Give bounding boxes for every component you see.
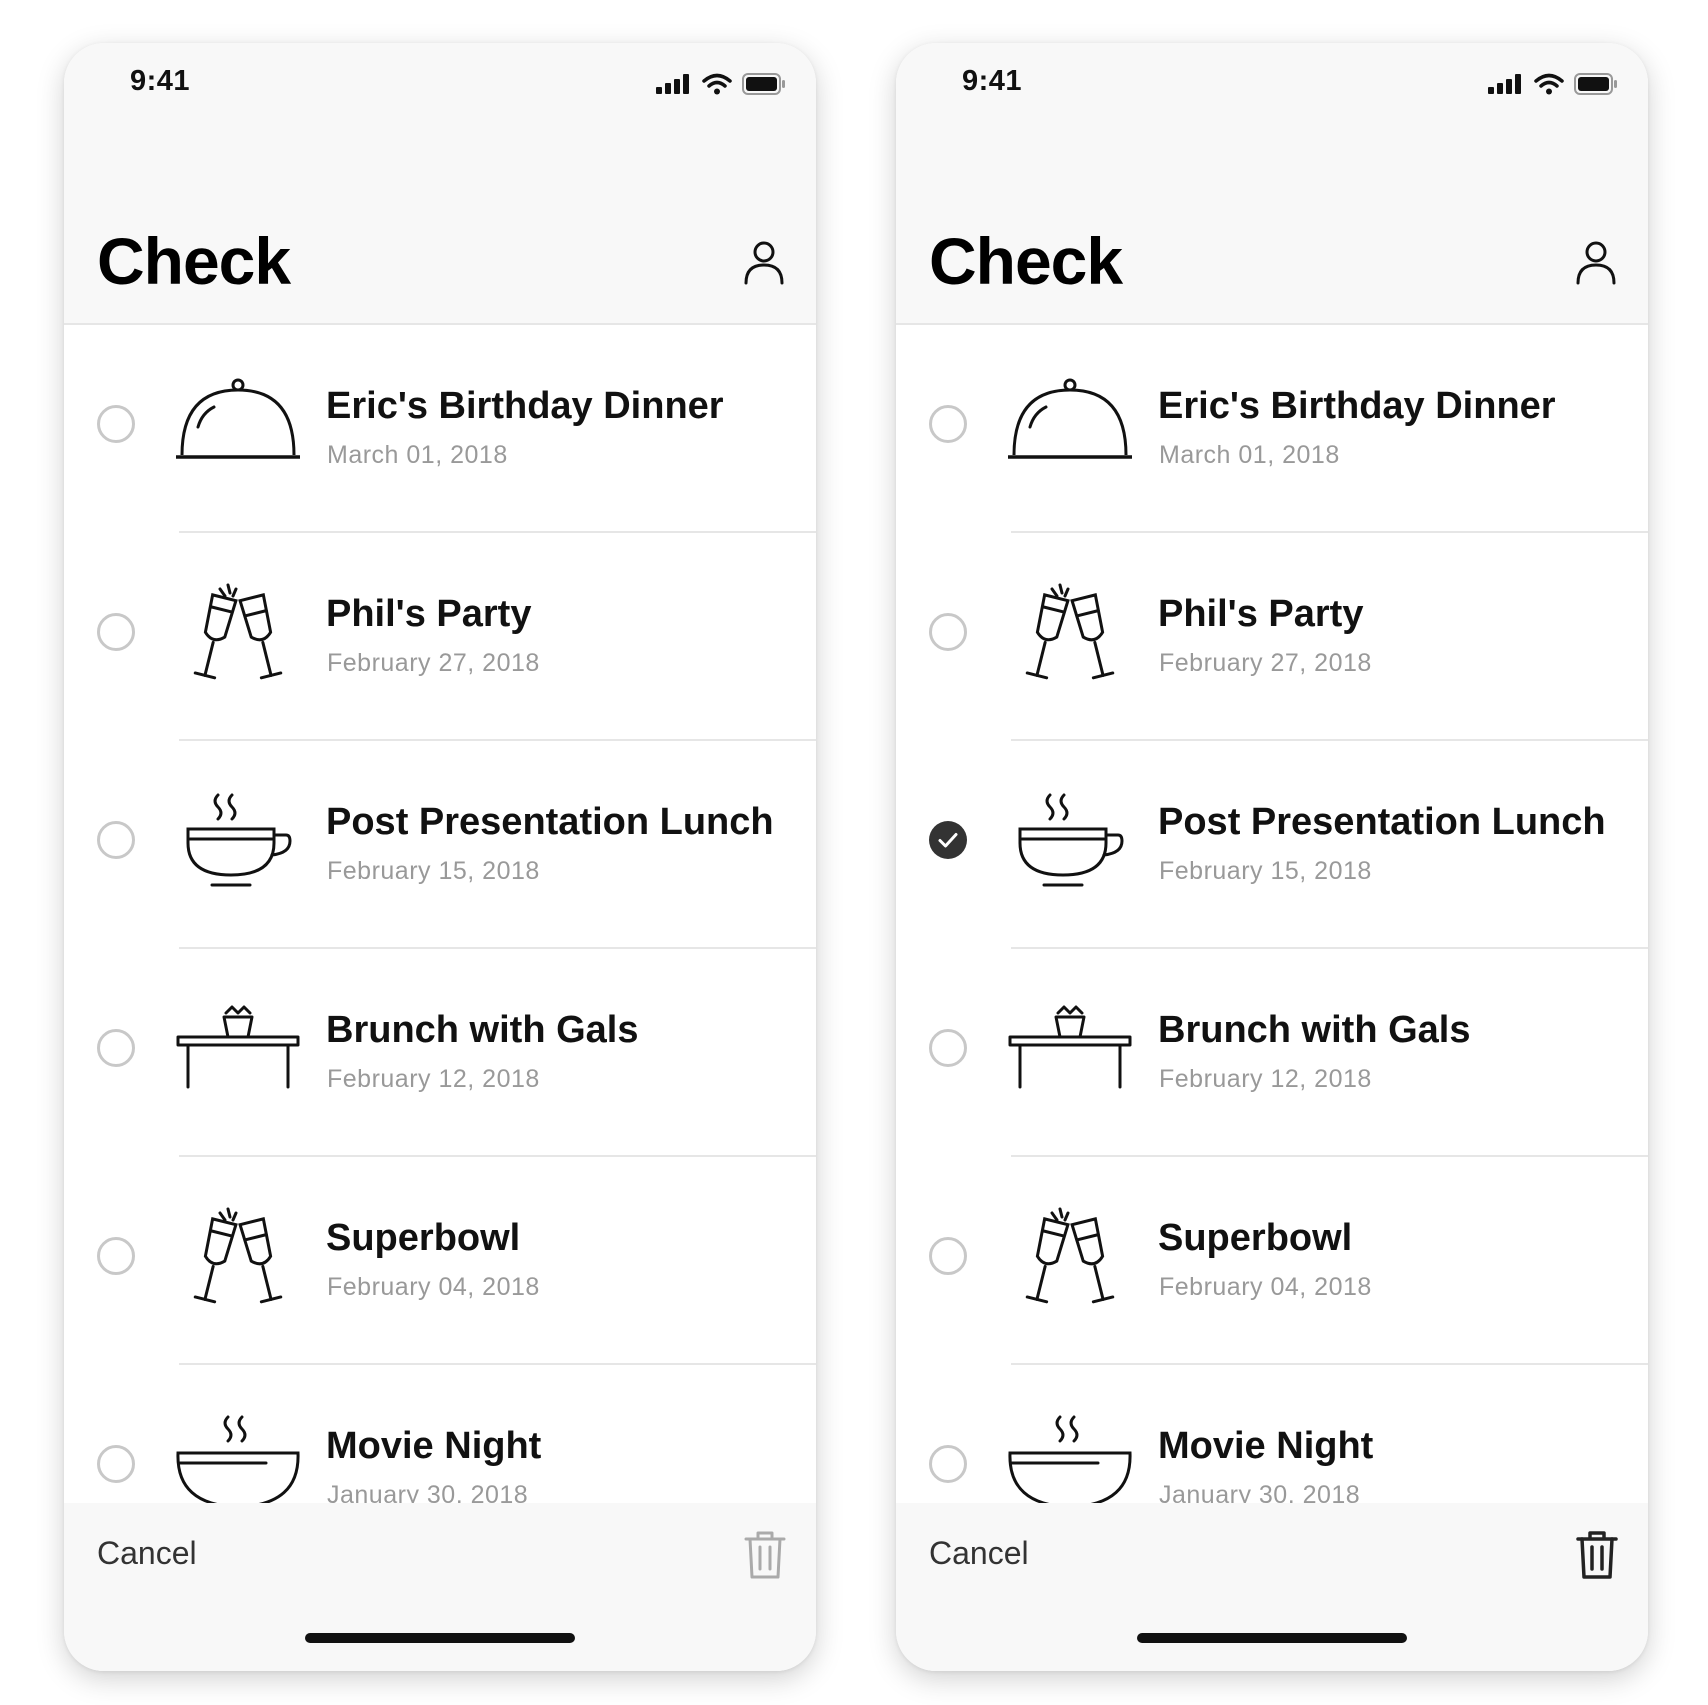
- navigation-header: 9:41 Check: [896, 43, 1648, 325]
- selection-radio[interactable]: [97, 1029, 135, 1067]
- selection-radio[interactable]: [97, 613, 135, 651]
- list-item[interactable]: Phil's Party February 27, 2018: [896, 533, 1648, 741]
- event-title: Eric's Birthday Dinner: [326, 385, 724, 427]
- wifi-icon: [702, 73, 732, 95]
- event-title: Post Presentation Lunch: [1158, 801, 1606, 843]
- table-with-flower-icon: [176, 1005, 300, 1089]
- event-title: Brunch with Gals: [1158, 1009, 1471, 1051]
- event-title: Superbowl: [326, 1217, 521, 1259]
- coffee-cup-icon: [1018, 793, 1124, 887]
- list-item[interactable]: Brunch with Gals February 12, 2018: [896, 949, 1648, 1157]
- bottom-toolbar: Cancel: [896, 1503, 1648, 1671]
- trash-icon[interactable]: [1576, 1531, 1618, 1579]
- cellular-signal-icon: [1488, 74, 1521, 94]
- phone-screen-one-selected: 9:41 Check Eric's Birthday Dinner March …: [896, 43, 1648, 1671]
- selection-radio[interactable]: [97, 1445, 135, 1483]
- list-item[interactable]: Post Presentation Lunch February 15, 201…: [64, 741, 816, 949]
- list-item[interactable]: Brunch with Gals February 12, 2018: [64, 949, 816, 1157]
- champagne-toast-icon: [1025, 1207, 1115, 1304]
- selection-radio-checked[interactable]: [929, 821, 967, 859]
- event-date: February 15, 2018: [1159, 857, 1372, 885]
- champagne-toast-icon: [1025, 583, 1115, 680]
- selection-radio[interactable]: [929, 613, 967, 651]
- profile-icon[interactable]: [742, 239, 786, 285]
- event-date: February 04, 2018: [327, 1273, 540, 1301]
- profile-icon[interactable]: [1574, 239, 1618, 285]
- bottom-toolbar: Cancel: [64, 1503, 816, 1671]
- event-title: Phil's Party: [1158, 593, 1364, 635]
- page-title: Check: [97, 224, 291, 298]
- event-title: Movie Night: [1158, 1425, 1374, 1467]
- event-list: Eric's Birthday Dinner March 01, 2018 Ph…: [896, 325, 1648, 1573]
- event-list: Eric's Birthday Dinner March 01, 2018 Ph…: [64, 325, 816, 1573]
- event-date: March 01, 2018: [1159, 441, 1340, 469]
- event-date: February 04, 2018: [1159, 1273, 1372, 1301]
- selection-radio[interactable]: [97, 1237, 135, 1275]
- champagne-toast-icon: [193, 1207, 283, 1304]
- wifi-icon: [1534, 73, 1564, 95]
- event-title: Post Presentation Lunch: [326, 801, 774, 843]
- event-date: February 12, 2018: [327, 1065, 540, 1093]
- event-date: February 15, 2018: [327, 857, 540, 885]
- trash-icon[interactable]: [744, 1531, 786, 1579]
- event-date: February 12, 2018: [1159, 1065, 1372, 1093]
- cloche-icon: [176, 378, 300, 459]
- event-title: Eric's Birthday Dinner: [1158, 385, 1556, 427]
- event-title: Brunch with Gals: [326, 1009, 639, 1051]
- coffee-cup-icon: [186, 793, 292, 887]
- event-title: Movie Night: [326, 1425, 542, 1467]
- status-time: 9:41: [962, 65, 1023, 97]
- cloche-icon: [1008, 378, 1132, 459]
- battery-icon: [1574, 73, 1617, 95]
- checkmark-icon: [938, 833, 958, 848]
- list-item[interactable]: Eric's Birthday Dinner March 01, 2018: [896, 325, 1648, 533]
- status-time: 9:41: [130, 65, 191, 97]
- list-item[interactable]: Superbowl February 04, 2018: [896, 1157, 1648, 1365]
- home-indicator: [1137, 1633, 1407, 1643]
- table-with-flower-icon: [1008, 1005, 1132, 1089]
- cellular-signal-icon: [656, 74, 689, 94]
- list-item[interactable]: Eric's Birthday Dinner March 01, 2018: [64, 325, 816, 533]
- event-date: February 27, 2018: [1159, 649, 1372, 677]
- champagne-toast-icon: [193, 583, 283, 680]
- selection-radio[interactable]: [97, 405, 135, 443]
- selection-radio[interactable]: [929, 405, 967, 443]
- list-item[interactable]: Phil's Party February 27, 2018: [64, 533, 816, 741]
- cancel-button[interactable]: Cancel: [97, 1535, 197, 1572]
- page-title: Check: [929, 224, 1123, 298]
- event-date: February 27, 2018: [327, 649, 540, 677]
- phone-screen-unselected: 9:41 Check Eric's Birthday Dinner March …: [64, 43, 816, 1671]
- status-bar-icons: [656, 73, 786, 95]
- selection-radio[interactable]: [929, 1445, 967, 1483]
- selection-radio[interactable]: [97, 821, 135, 859]
- navigation-header: 9:41 Check: [64, 43, 816, 325]
- list-item[interactable]: Superbowl February 04, 2018: [64, 1157, 816, 1365]
- list-item[interactable]: Post Presentation Lunch February 15, 201…: [896, 741, 1648, 949]
- selection-radio[interactable]: [929, 1029, 967, 1067]
- cancel-button[interactable]: Cancel: [929, 1535, 1029, 1572]
- event-date: March 01, 2018: [327, 441, 508, 469]
- event-title: Superbowl: [1158, 1217, 1353, 1259]
- event-title: Phil's Party: [326, 593, 532, 635]
- selection-radio[interactable]: [929, 1237, 967, 1275]
- status-bar-icons: [1488, 73, 1618, 95]
- battery-icon: [742, 73, 785, 95]
- home-indicator: [305, 1633, 575, 1643]
